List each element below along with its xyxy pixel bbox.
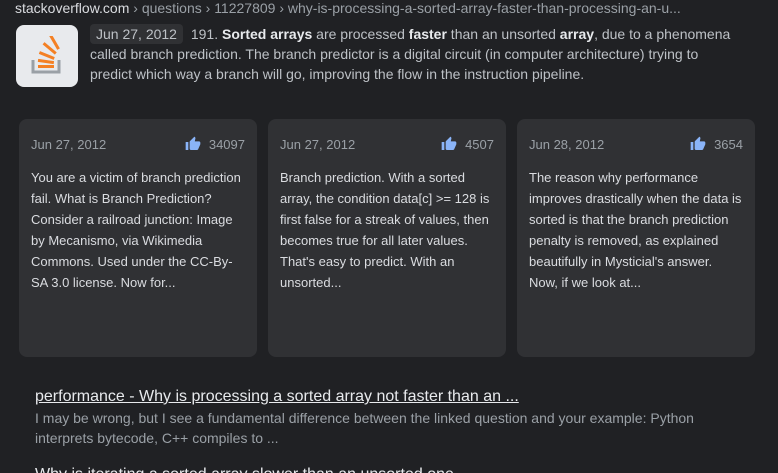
answer-text: You are a victim of branch prediction fa…	[31, 170, 241, 290]
result-snippet: Jun 27, 2012 191. Sorted arrays are proc…	[90, 24, 740, 84]
snippet-bold-1: Sorted arrays	[222, 26, 313, 42]
answer-date: Jun 27, 2012	[31, 136, 107, 152]
answer-card[interactable]: Jun 27, 2012 34097 You are a victim of b…	[19, 119, 257, 357]
answer-cards: Jun 27, 2012 34097 You are a victim of b…	[19, 119, 759, 357]
answer-date: Jun 27, 2012	[280, 136, 356, 152]
answer-text: The reason why performance improves dras…	[529, 170, 742, 290]
snippet-text-1: are processed	[312, 26, 409, 42]
result-breadcrumb[interactable]: stackoverflow.com › questions › 11227809…	[15, 0, 775, 17]
answer-text: Branch prediction. With a sorted array, …	[280, 170, 490, 290]
answer-votes: 3654	[714, 136, 743, 152]
breadcrumb-path: › questions › 11227809 › why-is-processi…	[129, 0, 681, 16]
snippet-bold-2: faster	[408, 26, 447, 42]
answer-votes: 34097	[208, 136, 245, 152]
search-result: performance - Why is processing a sorted…	[35, 386, 755, 448]
breadcrumb-domain[interactable]: stackoverflow.com	[15, 0, 129, 16]
snippet-date: Jun 27, 2012	[90, 24, 183, 44]
thumbs-up-icon	[185, 136, 201, 150]
thumbs-up-icon	[441, 136, 457, 150]
snippet-votes: 191.	[190, 26, 219, 42]
answer-card[interactable]: Jun 28, 2012 3654 The reason why perform…	[517, 119, 755, 357]
snippet-bold-3: array	[559, 26, 595, 42]
snippet-text-2: than an unsorted	[446, 26, 560, 42]
thumbs-up-icon	[690, 136, 706, 150]
result-title-link[interactable]: Why is iterating a sorted array slower t…	[35, 464, 755, 473]
stackoverflow-logo-icon	[16, 25, 78, 87]
answer-votes: 4507	[465, 136, 494, 152]
result-description: I may be wrong, but I see a fundamental …	[35, 410, 694, 446]
answer-date: Jun 28, 2012	[529, 136, 605, 152]
answer-card[interactable]: Jun 27, 2012 4507 Branch prediction. Wit…	[268, 119, 506, 357]
result-title-link[interactable]: performance - Why is processing a sorted…	[35, 386, 755, 408]
search-results-page: stackoverflow.com › questions › 11227809…	[0, 0, 778, 473]
